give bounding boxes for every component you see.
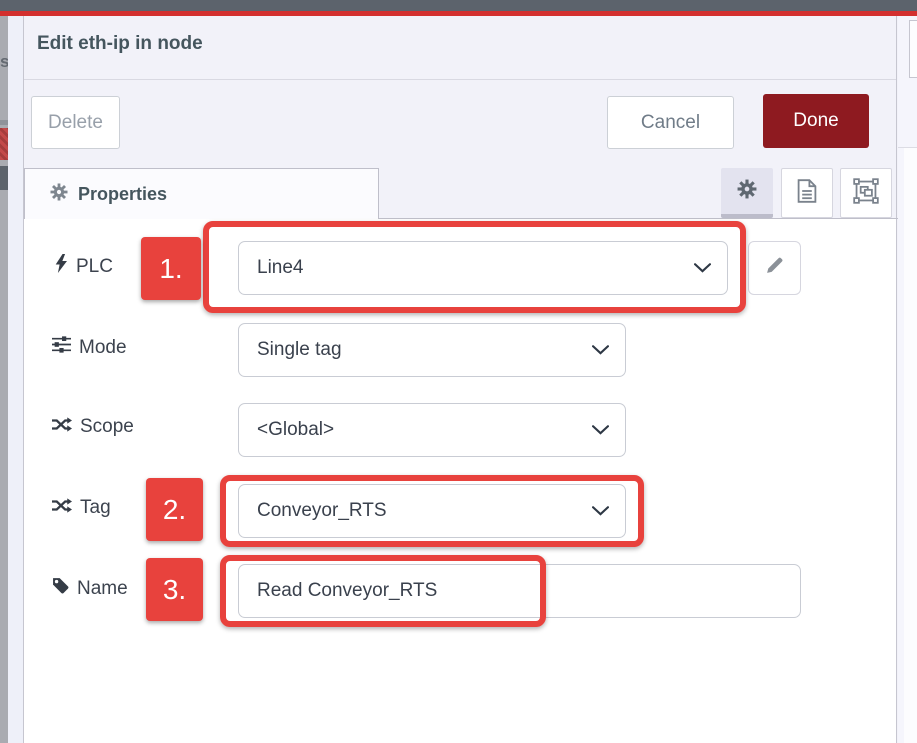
background-fragment [0,120,8,125]
gear-icon [50,183,68,206]
scope-select[interactable]: <Global> [238,403,626,457]
background-right-sliver [898,16,917,743]
chevron-down-icon [592,500,609,522]
background-left-sliver: s [0,16,8,743]
pencil-icon [765,256,784,280]
dialog-title: Edit eth-ip in node [37,33,203,55]
chevron-down-icon [592,339,609,361]
edit-plc-config-button[interactable] [748,241,801,295]
background-gap [8,16,23,743]
plc-field-label: PLC [55,254,113,279]
name-field-label: Name [52,577,128,600]
plc-select[interactable]: Line4 [238,241,728,295]
annotation-step-3: 3. [146,558,203,621]
background-fragment [0,166,8,190]
sliders-icon [52,336,71,359]
shuffle-icon [52,416,72,438]
window-top-bar [0,0,917,11]
done-button[interactable]: Done [763,94,869,148]
appearance-icon [853,178,879,209]
tag-icon [52,577,69,600]
background-panel-fragment [904,148,917,743]
appearance-tab-button[interactable] [840,168,892,218]
screen: s Edit eth-ip in node Delete Cancel Done [0,0,917,743]
bolt-icon [55,254,68,279]
background-node-fragment [0,128,8,160]
chevron-down-icon [694,257,711,279]
description-tab-button[interactable] [781,168,833,218]
mode-field-label: Mode [52,336,127,359]
edit-node-dialog: Edit eth-ip in node Delete Cancel Done [23,16,897,743]
mode-select[interactable]: Single tag [238,323,626,377]
annotation-step-1: 1. [141,237,201,300]
properties-tab-button[interactable] [721,168,773,218]
delete-button[interactable]: Delete [31,96,120,149]
cancel-button[interactable]: Cancel [607,96,734,149]
background-panel-fragment [909,20,917,78]
shuffle-icon [52,497,72,519]
scope-field-label: Scope [52,416,134,438]
tab-properties[interactable]: Properties [24,168,379,219]
chevron-down-icon [592,419,609,441]
tab-properties-label: Properties [78,184,167,205]
document-icon [797,179,817,208]
tag-select[interactable]: Conveyor_RTS [238,484,626,538]
tag-field-label: Tag [52,497,111,519]
annotation-step-2: 2. [146,478,203,541]
divider [24,79,896,80]
gear-icon [737,179,757,204]
name-input[interactable] [238,564,801,618]
